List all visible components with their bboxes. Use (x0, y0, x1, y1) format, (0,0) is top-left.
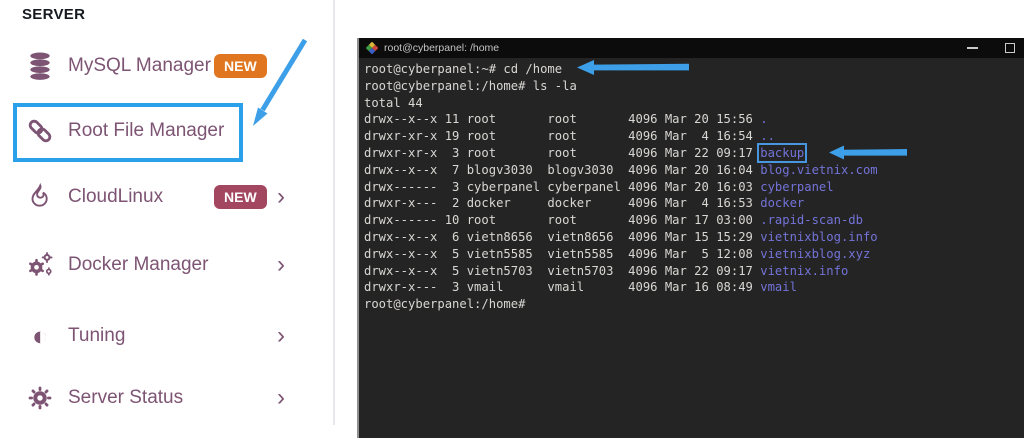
directory-name: blog.vietnix.com (760, 162, 878, 177)
terminal-titlebar[interactable]: root@cyberpanel: /home (359, 38, 1024, 58)
new-badge: NEW (214, 185, 267, 209)
terminal-line: drwx--x--x 5 vietn5703 vietn5703 4096 Ma… (364, 263, 849, 278)
terminal-line: drwxr-x--- 2 docker docker 4096 Mar 4 16… (364, 196, 805, 211)
sidebar-item-label: Server Status (68, 387, 184, 408)
terminal-line: drwx--x--x 11 root root 4096 Mar 20 15:5… (364, 112, 768, 127)
terminal-line: root@cyberpanel:/home# (364, 297, 526, 312)
directory-name: vietnixblog.info (760, 229, 878, 244)
directory-name: vmail (760, 280, 797, 295)
directory-name: cyberpanel (760, 179, 834, 194)
sidebar-item-label: Docker Manager (68, 254, 209, 275)
sidebar-item-root-file-manager[interactable]: Root File Manager (24, 113, 300, 149)
sidebar-divider (333, 0, 335, 425)
putty-icon (366, 42, 378, 54)
terminal-line: root@cyberpanel:/home# ls -la (364, 78, 577, 93)
sidebar-item-label: CloudLinux (68, 186, 164, 207)
gears-icon (24, 250, 56, 280)
sidebar-item-tuning[interactable]: ◐ Tuning › (24, 318, 300, 354)
directory-name: vietnix.info (760, 263, 849, 278)
sidebar-item-label: MySQL Manager (68, 55, 211, 76)
sidebar-item-cloudlinux[interactable]: CloudLinux NEW › (24, 179, 300, 215)
highlighted-directory-name: backup (757, 142, 808, 163)
chevron-right-icon: › (277, 384, 285, 411)
terminal-line: drwxr-xr-x 3 root root 4096 Mar 22 09:17… (364, 142, 808, 163)
sidebar-item-mysql-manager[interactable]: MySQL Manager NEW (24, 48, 300, 84)
terminal-line: root@cyberpanel:~# cd /home (364, 62, 563, 76)
directory-name: . (760, 112, 768, 127)
terminal-window: root@cyberpanel: /home root@cyberpanel:~… (357, 38, 1024, 438)
directory-name: vietnixblog.xyz (760, 246, 871, 261)
new-badge: NEW (214, 54, 267, 78)
chain-link-icon (24, 116, 56, 146)
directory-name: .. (760, 129, 775, 144)
contrast-icon: ◐ (31, 320, 49, 351)
maximize-icon (1005, 43, 1015, 53)
maximize-button[interactable] (997, 38, 1023, 58)
terminal-line: drwxr-xr-x 19 root root 4096 Mar 4 16:54… (364, 129, 775, 144)
terminal-line: drwxr-x--- 3 vmail vmail 4096 Mar 16 08:… (364, 280, 797, 295)
terminal-line: drwx--x--x 6 vietn8656 vietn8656 4096 Ma… (364, 229, 878, 244)
directory-name: .rapid-scan-db (760, 213, 863, 228)
sidebar-item-server-status[interactable]: Server Status › (24, 380, 300, 416)
terminal-line: drwx------ 3 cyberpanel cyberpanel 4096 … (364, 179, 834, 194)
sidebar-item-label: Tuning (68, 325, 126, 346)
chevron-right-icon: › (277, 322, 285, 349)
terminal-line: total 44 (364, 95, 423, 110)
sidebar-item-docker-manager[interactable]: Docker Manager › (24, 247, 300, 283)
sidebar-item-label: Root File Manager (68, 120, 225, 141)
terminal-line: drwx------ 10 root root 4096 Mar 17 03:0… (364, 213, 863, 228)
chevron-right-icon: › (277, 251, 285, 278)
gear-icon (24, 383, 56, 413)
directory-name: docker (760, 196, 805, 211)
terminal-line: drwx--x--x 7 blogv3030 blogv3030 4096 Ma… (364, 162, 878, 177)
terminal-title: root@cyberpanel: /home (384, 42, 500, 54)
minimize-button[interactable] (959, 38, 985, 58)
flame-icon (24, 182, 56, 212)
sidebar: SERVER MySQL Manager NEW Root File Manag… (0, 0, 333, 425)
terminal-body[interactable]: root@cyberpanel:~# cd /home root@cyberpan… (359, 58, 1024, 313)
database-icon (24, 51, 56, 81)
minimize-icon (966, 47, 978, 49)
terminal-line: drwx--x--x 5 vietn5585 vietn5585 4096 Ma… (364, 246, 871, 261)
sidebar-section-label: SERVER (22, 6, 86, 23)
chevron-right-icon: › (277, 183, 285, 210)
